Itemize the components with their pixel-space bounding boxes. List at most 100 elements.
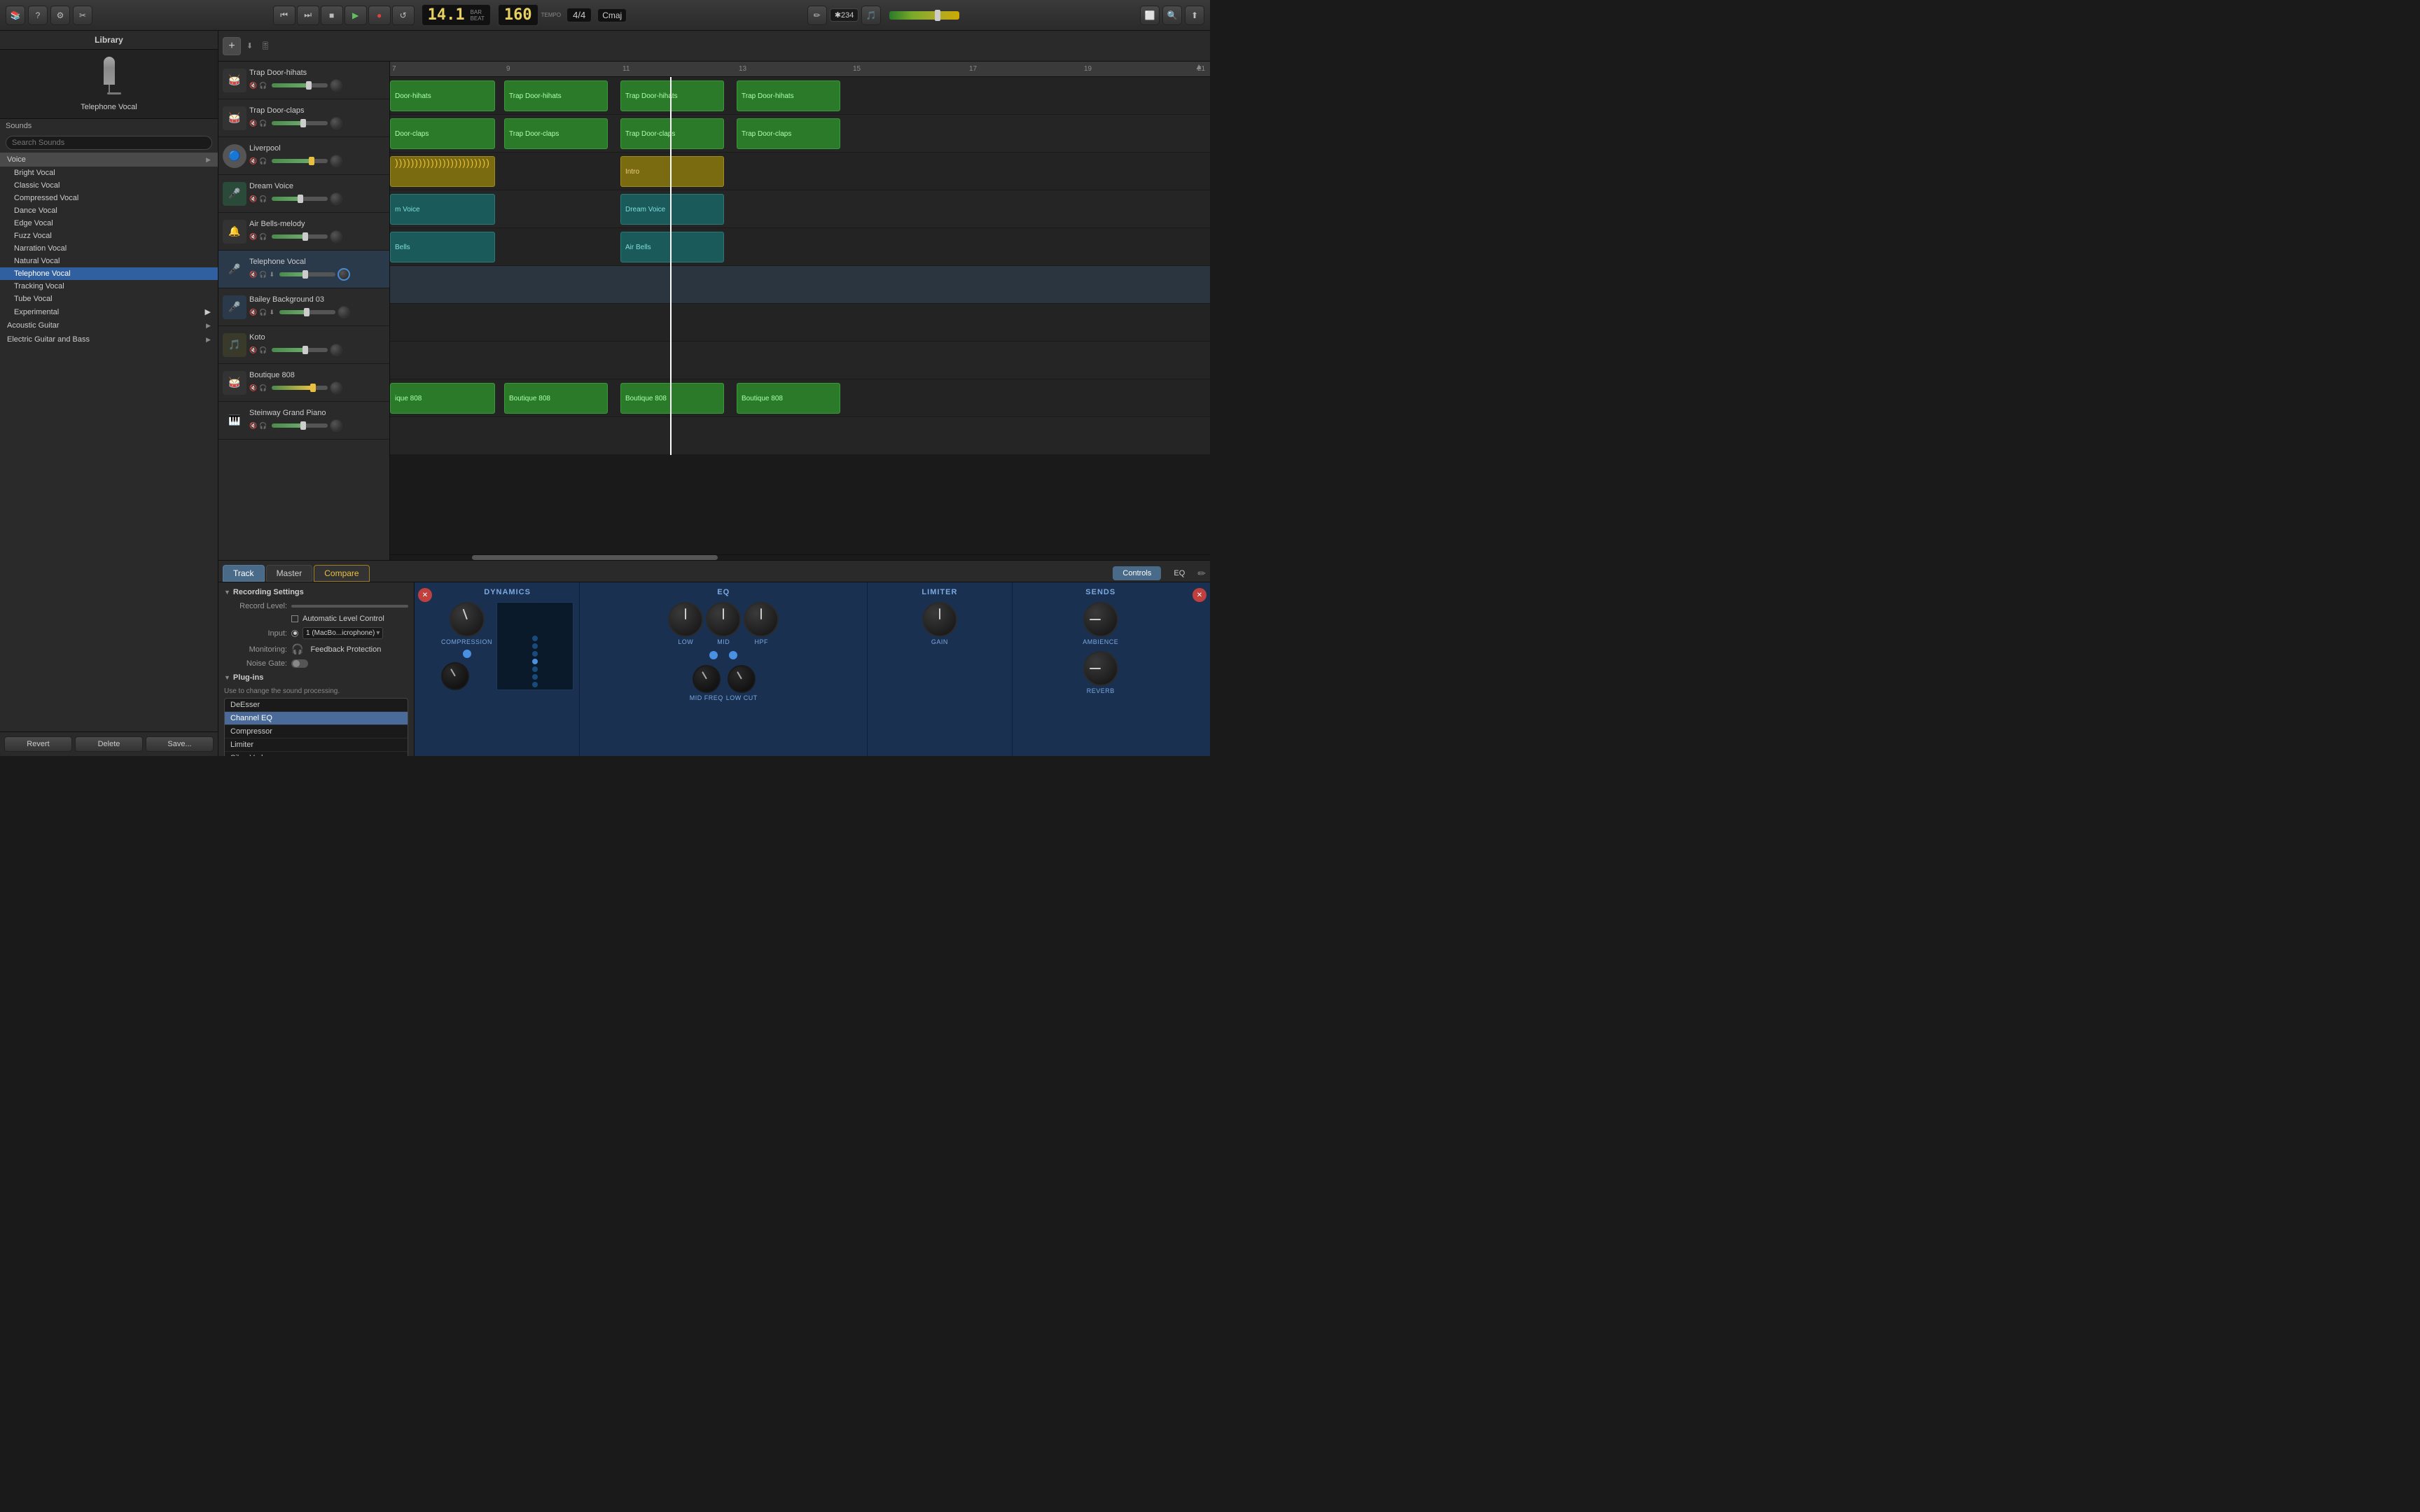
headphone-icon-5[interactable]: 🎧	[259, 233, 267, 241]
track-fader-8[interactable]	[272, 348, 328, 352]
rewind-btn[interactable]: ⏮	[273, 6, 295, 25]
revert-button[interactable]: Revert	[4, 736, 72, 752]
clip[interactable]: Boutique 808	[737, 383, 840, 414]
clip[interactable]: ique 808	[390, 383, 495, 414]
record-btn[interactable]: ●	[368, 6, 391, 25]
headphone-icon-4[interactable]: 🎧	[259, 195, 267, 203]
delete-button[interactable]: Delete	[75, 736, 143, 752]
add-track-button[interactable]: +	[223, 37, 241, 55]
subcategory-bright-vocal[interactable]: Bright Vocal	[0, 167, 218, 179]
subcategory-narration-vocal[interactable]: Narration Vocal	[0, 242, 218, 255]
edit-icon[interactable]: ✏	[1197, 568, 1206, 580]
category-acoustic-guitar[interactable]: Acoustic Guitar ▶	[0, 318, 218, 332]
timeline-scrollbar[interactable]	[390, 554, 1210, 560]
track-row[interactable]: 🔔 Air Bells-melody 🔇 🎧	[218, 213, 389, 251]
play-btn[interactable]: ▶	[345, 6, 367, 25]
track-row-telephone[interactable]: 🎤 Telephone Vocal 🔇 🎧 ⬇	[218, 251, 389, 288]
clip[interactable]: Boutique 808	[620, 383, 724, 414]
download-icon-7[interactable]: ⬇	[269, 309, 274, 316]
track-pan-8[interactable]	[330, 344, 342, 356]
library-btn[interactable]: 📚	[6, 6, 25, 25]
track-pan-10[interactable]	[330, 419, 342, 432]
category-electric-guitar[interactable]: Electric Guitar and Bass ▶	[0, 332, 218, 346]
plugin-deesser[interactable]: DeEsser	[225, 699, 408, 712]
subcategory-dance-vocal[interactable]: Dance Vocal	[0, 204, 218, 217]
mute-icon-3[interactable]: 🔇	[249, 158, 257, 165]
mute-icon-10[interactable]: 🔇	[249, 422, 257, 430]
subcategory-experimental[interactable]: Experimental ▶	[0, 305, 218, 318]
subcategory-fuzz-vocal[interactable]: Fuzz Vocal	[0, 230, 218, 242]
zoom-icon[interactable]: ▲	[1195, 62, 1203, 71]
track-fader-10[interactable]	[272, 424, 328, 428]
mute-icon-2[interactable]: 🔇	[249, 120, 257, 127]
sc-close-left-btn[interactable]: ✕	[418, 588, 432, 602]
eq-midfreq-knob[interactable]	[693, 665, 721, 693]
clip[interactable]: Trap Door-claps	[504, 118, 608, 149]
share-btn[interactable]: ⬆	[1185, 6, 1204, 25]
clip[interactable]: m Voice	[390, 194, 495, 225]
headphone-icon-9[interactable]: 🎧	[259, 384, 267, 392]
scissors-btn[interactable]: ✂	[73, 6, 92, 25]
track-row[interactable]: 🥁 Trap Door-hihats 🔇 🎧	[218, 62, 389, 99]
scrollbar-thumb[interactable]	[472, 555, 718, 560]
plugin-compressor[interactable]: Compressor	[225, 725, 408, 738]
mute-icon-4[interactable]: 🔇	[249, 195, 257, 203]
track-fader-3[interactable]	[272, 159, 328, 163]
clip[interactable]: Boutique 808	[504, 383, 608, 414]
tab-master[interactable]: Master	[266, 565, 313, 582]
noise-gate-toggle[interactable]	[291, 659, 308, 668]
clip[interactable]: Trap Door-claps	[737, 118, 840, 149]
subcategory-tube-vocal[interactable]: Tube Vocal	[0, 293, 218, 305]
subcategory-classic-vocal[interactable]: Classic Vocal	[0, 179, 218, 192]
clip[interactable]: Trap Door-claps	[620, 118, 724, 149]
clip[interactable]: Intro	[620, 156, 724, 187]
download-icon-6[interactable]: ⬇	[269, 271, 274, 279]
master-volume[interactable]	[889, 11, 959, 20]
stop-btn[interactable]: ■	[321, 6, 343, 25]
search-btn[interactable]: 🔍	[1162, 6, 1182, 25]
track-pan-4[interactable]	[330, 192, 342, 205]
library-search-input[interactable]	[6, 136, 212, 150]
dynamics-sub-knob[interactable]	[441, 662, 469, 690]
mute-icon-1[interactable]: 🔇	[249, 82, 257, 90]
track-pan-6[interactable]	[338, 268, 350, 281]
midi-btn[interactable]: ✱234	[830, 8, 859, 22]
sends-reverb-knob[interactable]	[1083, 651, 1118, 686]
settings-btn[interactable]: ⚙	[50, 6, 70, 25]
track-fader-7[interactable]	[279, 310, 335, 314]
track-pan-7[interactable]	[338, 306, 350, 318]
clip[interactable]: Bells	[390, 232, 495, 262]
subcategory-telephone-vocal[interactable]: Telephone Vocal	[0, 267, 218, 280]
eq-mid-knob[interactable]	[706, 602, 741, 637]
subcategory-natural-vocal[interactable]: Natural Vocal	[0, 255, 218, 267]
help-btn[interactable]: ?	[28, 6, 48, 25]
key-display[interactable]: Cmaj	[597, 8, 627, 22]
input-radio[interactable]	[291, 630, 298, 637]
mute-icon-9[interactable]: 🔇	[249, 384, 257, 392]
clip[interactable]: Dream Voice	[620, 194, 724, 225]
eq-lowcut-knob[interactable]	[728, 665, 756, 693]
clip[interactable]: Trap Door-hihats	[620, 80, 724, 111]
record-level-slider[interactable]	[291, 605, 408, 608]
track-row[interactable]: 🥁 Trap Door-claps 🔇 🎧	[218, 99, 389, 137]
headphone-icon-7[interactable]: 🎧	[259, 309, 267, 316]
browser-btn[interactable]: ⬜	[1140, 6, 1160, 25]
headphone-icon-10[interactable]: 🎧	[259, 422, 267, 430]
tab-compare[interactable]: Compare	[314, 565, 369, 582]
track-pan-5[interactable]	[330, 230, 342, 243]
clip[interactable]: Air Bells	[620, 232, 724, 262]
tempo-display[interactable]: 160	[498, 4, 538, 26]
plugin-channel-eq[interactable]: Channel EQ	[225, 712, 408, 725]
fastforward-btn[interactable]: ⏭	[297, 6, 319, 25]
tab-controls[interactable]: Controls	[1113, 566, 1161, 580]
limiter-gain-knob[interactable]	[922, 602, 957, 637]
mute-icon-5[interactable]: 🔇	[249, 233, 257, 241]
category-voice[interactable]: Voice ▶	[0, 153, 218, 167]
mute-icon-6[interactable]: 🔇	[249, 271, 257, 279]
track-pan-9[interactable]	[330, 382, 342, 394]
track-pan-3[interactable]	[330, 155, 342, 167]
plugin-limiter[interactable]: Limiter	[225, 738, 408, 752]
sends-ambience-knob[interactable]	[1083, 602, 1118, 637]
track-row[interactable]: 🔵 Liverpool 🔇 🎧	[218, 137, 389, 175]
auto-level-checkbox[interactable]	[291, 615, 298, 622]
